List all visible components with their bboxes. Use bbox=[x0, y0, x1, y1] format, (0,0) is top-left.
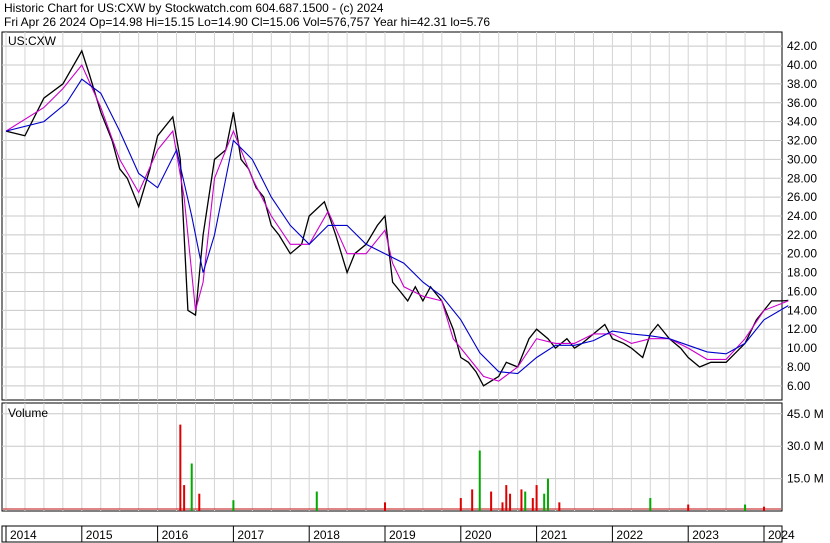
price-tick-label: 26.00 bbox=[787, 190, 817, 204]
price-tick-label: 40.00 bbox=[787, 58, 817, 72]
volume-bar bbox=[198, 493, 201, 511]
price-tick-label: 10.00 bbox=[787, 341, 817, 355]
price-tick-label: 14.00 bbox=[787, 303, 817, 317]
volume-bar bbox=[520, 489, 523, 511]
x-tick-label: 2021 bbox=[541, 528, 568, 542]
volume-panel: Volume 15.0 M 30.0 M 45.0 M bbox=[1, 402, 824, 512]
price-tick-label: 18.00 bbox=[787, 266, 817, 280]
volume-baseline bbox=[3, 508, 781, 510]
volume-bar bbox=[384, 502, 386, 511]
price-tick-label: 28.00 bbox=[787, 171, 817, 185]
price-tick-label: 42.00 bbox=[787, 39, 817, 53]
price-y-axis: 6.00 8.00 10.00 12.00 14.00 16.00 18.00 20.00 22… bbox=[787, 39, 817, 393]
volume-bar bbox=[649, 498, 652, 511]
price-tick-label: 16.00 bbox=[787, 284, 817, 298]
x-tick-label: 2023 bbox=[692, 528, 719, 542]
volume-bar bbox=[179, 424, 182, 511]
volume-bar bbox=[232, 500, 235, 511]
volume-bar bbox=[763, 506, 765, 511]
price-tick-label: 8.00 bbox=[787, 360, 811, 374]
volume-bar bbox=[459, 498, 462, 511]
volume-bar bbox=[558, 502, 561, 511]
x-tick-label: 2017 bbox=[237, 528, 264, 542]
x-tick-label: 2019 bbox=[389, 528, 416, 542]
volume-bar bbox=[509, 493, 512, 511]
volume-bar bbox=[524, 491, 527, 511]
volume-bar bbox=[546, 478, 549, 511]
price-panel: US:CXW 6.00 8.00 10.00 12.00 14.00 16.00 18.00… bbox=[1, 31, 817, 401]
volume-bar bbox=[490, 491, 493, 511]
x-tick-label: 2016 bbox=[162, 528, 189, 542]
volume-bar bbox=[744, 504, 747, 511]
price-tick-label: 38.00 bbox=[787, 77, 817, 91]
x-axis: 2014 2015 2016 2017 2018 2019 2020 2021 2022 2023… bbox=[1, 525, 795, 543]
volume-bar bbox=[505, 485, 508, 511]
volume-bar bbox=[535, 485, 538, 511]
price-tick-label: 34.00 bbox=[787, 115, 817, 129]
x-tick-label: 2015 bbox=[86, 528, 113, 542]
volume-tick-label: 30.0 M bbox=[787, 439, 824, 453]
price-tick-label: 24.00 bbox=[787, 209, 817, 223]
x-tick-label: 2022 bbox=[616, 528, 643, 542]
volume-bar bbox=[543, 493, 546, 511]
symbol-label: US:CXW bbox=[8, 34, 57, 48]
volume-bar bbox=[501, 502, 504, 511]
stock-chart: US:CXW 6.00 8.00 10.00 12.00 14.00 16.00 18.00… bbox=[1, 31, 824, 543]
x-tick-label: 2024 bbox=[768, 528, 795, 542]
price-tick-label: 12.00 bbox=[787, 322, 817, 336]
volume-bar bbox=[531, 498, 534, 511]
volume-bar bbox=[471, 489, 474, 511]
price-tick-label: 32.00 bbox=[787, 134, 817, 148]
volume-bar bbox=[183, 485, 186, 511]
x-tick-label: 2018 bbox=[313, 528, 340, 542]
price-tick-label: 6.00 bbox=[787, 379, 811, 393]
volume-tick-label: 45.0 M bbox=[787, 407, 824, 421]
price-tick-label: 30.00 bbox=[787, 152, 817, 166]
volume-panel-frame bbox=[1, 402, 783, 512]
volume-bar bbox=[687, 504, 690, 511]
volume-bar bbox=[190, 463, 193, 511]
price-tick-label: 20.00 bbox=[787, 247, 817, 261]
price-tick-label: 36.00 bbox=[787, 96, 817, 110]
volume-bar bbox=[478, 450, 481, 511]
volume-label: Volume bbox=[8, 406, 48, 420]
x-tick-label: 2020 bbox=[465, 528, 492, 542]
volume-y-axis: 15.0 M 30.0 M 45.0 M bbox=[787, 407, 824, 486]
volume-tick-label: 15.0 M bbox=[787, 472, 824, 486]
x-tick-label: 2014 bbox=[10, 528, 37, 542]
price-tick-label: 22.00 bbox=[787, 228, 817, 242]
volume-bar bbox=[315, 491, 318, 511]
